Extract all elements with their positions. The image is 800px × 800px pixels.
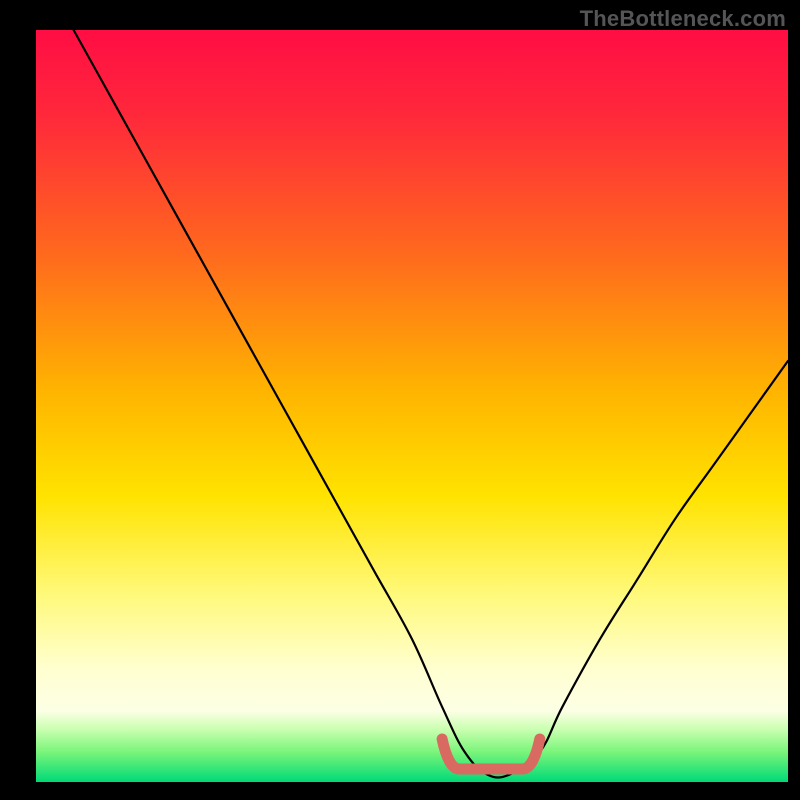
chart-canvas: [0, 0, 800, 800]
bottleneck-chart: TheBottleneck.com: [0, 0, 800, 800]
watermark-text: TheBottleneck.com: [580, 6, 786, 32]
plot-background: [36, 30, 788, 782]
